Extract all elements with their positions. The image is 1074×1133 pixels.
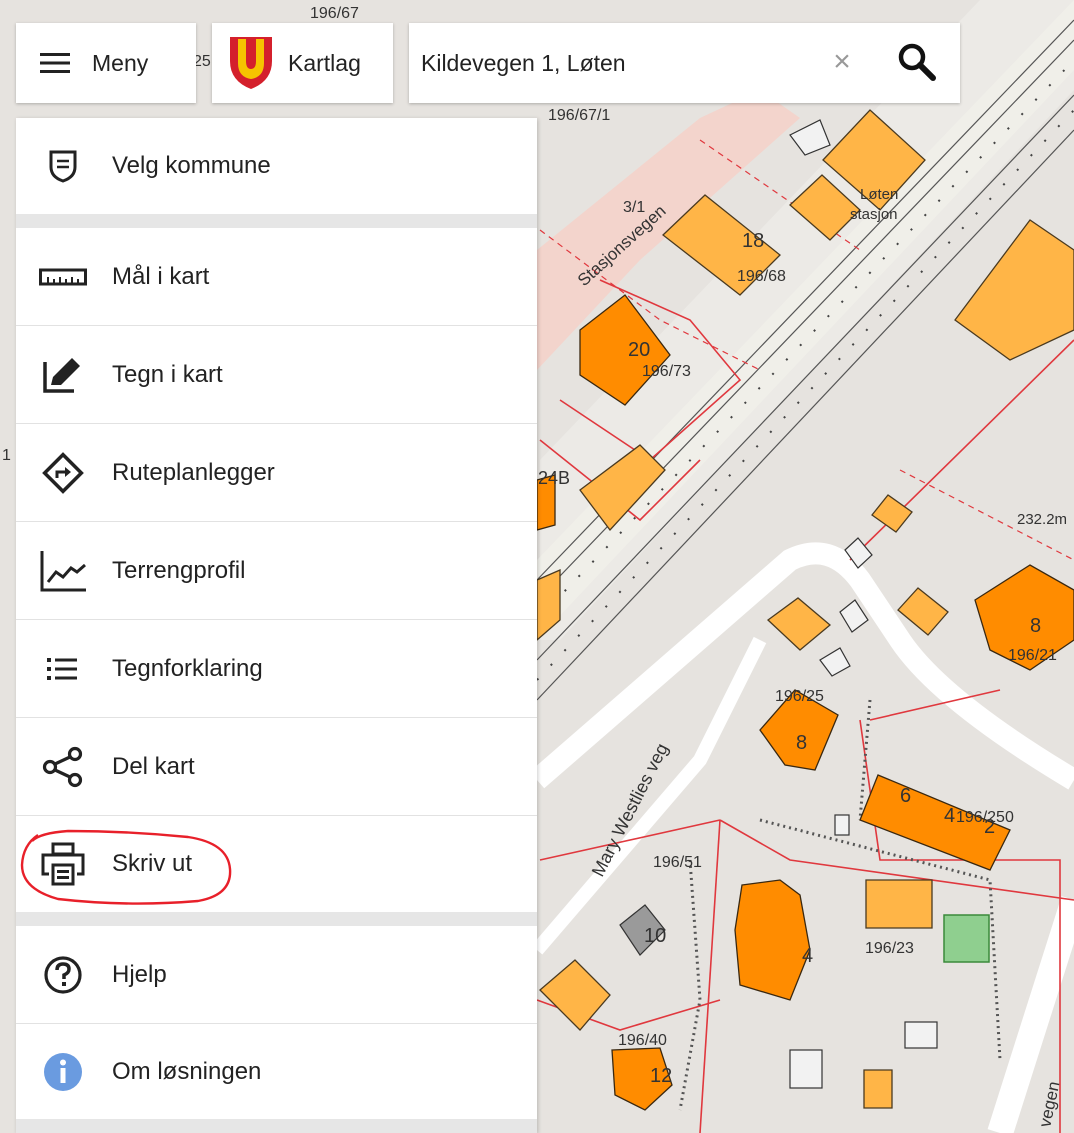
menu-item-label: Hjelp bbox=[112, 960, 167, 988]
menu-separator bbox=[16, 214, 537, 228]
map-label: 8 bbox=[796, 732, 807, 754]
close-icon: × bbox=[833, 45, 851, 78]
menu-item-route-planner[interactable]: Ruteplanlegger bbox=[16, 424, 537, 521]
menu-item-label: Om løsningen bbox=[112, 1057, 262, 1085]
directions-icon bbox=[38, 448, 88, 498]
map-label: 196/25 bbox=[775, 688, 824, 705]
map-label: 196/73 bbox=[642, 363, 691, 380]
share-icon bbox=[38, 742, 88, 792]
info-icon bbox=[38, 1047, 88, 1097]
menu-item-label: Ruteplanlegger bbox=[112, 458, 275, 486]
menu-item-terrain-profile[interactable]: Terrengprofil bbox=[16, 522, 537, 619]
menu-item-label: Del kart bbox=[112, 752, 195, 780]
clear-search-button[interactable]: × bbox=[827, 45, 857, 78]
menu-item-measure[interactable]: Mål i kart bbox=[16, 228, 537, 325]
map-label: 12 bbox=[650, 1065, 672, 1087]
map-label: 18 bbox=[742, 230, 764, 252]
layers-button[interactable]: Kartlag bbox=[212, 23, 393, 103]
menu-item-help[interactable]: Hjelp bbox=[16, 926, 537, 1023]
menu-item-select-municipality[interactable]: Velg kommune bbox=[16, 118, 537, 214]
ruler-icon bbox=[38, 252, 88, 302]
help-icon bbox=[38, 950, 88, 1000]
search-input[interactable] bbox=[419, 48, 813, 78]
search-box: × bbox=[409, 23, 960, 103]
menu-item-label: Skriv ut bbox=[112, 850, 193, 877]
map-label: 232.2m bbox=[1017, 511, 1067, 528]
menu-item-legend[interactable]: Tegnforklaring bbox=[16, 620, 537, 717]
map-label: 24B bbox=[538, 468, 570, 488]
map-label: 196/21 bbox=[1008, 647, 1057, 664]
municipality-logo bbox=[228, 35, 274, 91]
menu-separator bbox=[16, 912, 537, 926]
menu-button-label: Meny bbox=[92, 49, 149, 76]
map-label: 20 bbox=[628, 339, 650, 361]
menu-item-draw[interactable]: Tegn i kart bbox=[16, 326, 537, 423]
shield-icon bbox=[38, 141, 88, 191]
edit-icon bbox=[38, 350, 88, 400]
hamburger-icon bbox=[40, 52, 70, 74]
map-label: 4 bbox=[944, 805, 955, 827]
map-label: Løten bbox=[860, 186, 898, 203]
map-label: 196/40 bbox=[618, 1032, 667, 1049]
menu-item-label: Tegnforklaring bbox=[112, 654, 263, 682]
map-label: 196/68 bbox=[737, 268, 786, 285]
map-label: 1 bbox=[2, 447, 11, 464]
menu-item-about[interactable]: Om løsningen bbox=[16, 1024, 537, 1119]
menu-button[interactable]: Meny bbox=[16, 23, 196, 103]
menu-item-label: Terrengprofil bbox=[112, 556, 246, 584]
menu-item-label: Velg kommune bbox=[112, 152, 271, 179]
printer-icon bbox=[38, 839, 88, 889]
map-label: 8 bbox=[1030, 615, 1041, 637]
map-label: 6 bbox=[900, 785, 911, 807]
map-label: stasjon bbox=[850, 206, 898, 223]
search-button[interactable] bbox=[893, 41, 943, 87]
layers-button-label: Kartlag bbox=[288, 49, 361, 76]
menu-item-label: Mål i kart bbox=[112, 262, 210, 290]
map-label: 2 bbox=[984, 816, 995, 838]
menu-separator bbox=[16, 1119, 537, 1133]
map-label: 196/51 bbox=[653, 854, 702, 871]
search-icon bbox=[895, 41, 941, 88]
list-icon bbox=[38, 644, 88, 694]
map-label: 196/23 bbox=[865, 940, 914, 957]
line-chart-icon bbox=[38, 546, 88, 596]
menu-item-print[interactable]: Skriv ut bbox=[16, 816, 537, 912]
map-label: 10 bbox=[644, 925, 666, 947]
menu-item-share-map[interactable]: Del kart bbox=[16, 718, 537, 815]
map-label: 196/67 bbox=[310, 5, 359, 22]
map-label: 4 bbox=[802, 945, 813, 967]
side-menu: Velg kommune Mål i kart Tegn i kart Rute… bbox=[16, 118, 537, 1133]
menu-item-label: Tegn i kart bbox=[112, 360, 223, 388]
map-label: 196/67/1 bbox=[548, 107, 610, 124]
